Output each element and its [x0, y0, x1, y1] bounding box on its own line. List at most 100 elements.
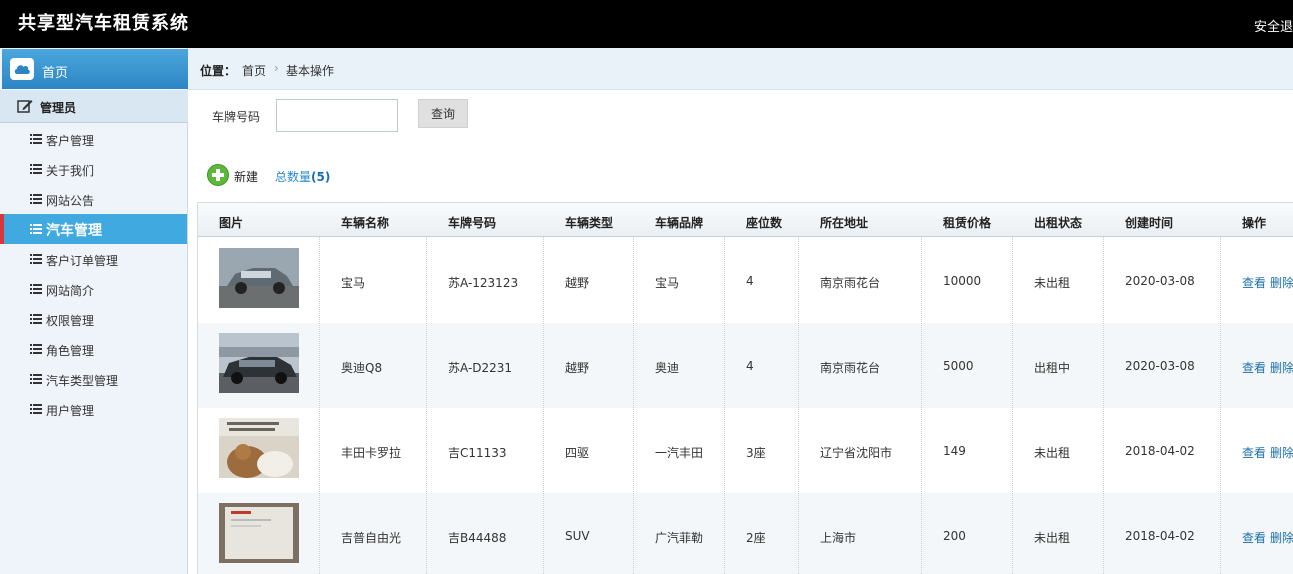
- sidebar-item-roles[interactable]: 角色管理: [0, 334, 187, 364]
- column-divider: [1012, 237, 1013, 574]
- total-count: 总数量(5): [275, 168, 330, 185]
- table-row: 奥迪Q8 苏A-D2231 越野 奥迪 4 南京雨花台 5000 出租中 2020-03-08 查…: [198, 323, 1293, 408]
- sidebar-admin-header[interactable]: 管理员: [0, 90, 188, 123]
- cell-created: 2018-04-02: [1125, 529, 1195, 543]
- cell-brand: 宝马: [655, 276, 680, 290]
- delete-link[interactable]: 删除: [1270, 276, 1293, 290]
- new-button[interactable]: 新建: [207, 164, 267, 188]
- cell-price: 10000: [943, 274, 982, 288]
- list-icon: [30, 284, 42, 294]
- cell-brand: 一汽丰田: [655, 446, 704, 460]
- sidebar-item-orders[interactable]: 客户订单管理: [0, 244, 187, 274]
- sidebar-item-about[interactable]: 关于我们: [0, 154, 187, 184]
- delete-link[interactable]: 删除: [1270, 531, 1293, 545]
- breadcrumb-home-link[interactable]: 首页: [242, 62, 266, 79]
- sidebar-item-label: 用户管理: [46, 404, 95, 418]
- sidebar-item-label: 汽车类型管理: [46, 374, 119, 388]
- plate-number-input[interactable]: [276, 99, 398, 132]
- cell-status: 未出租: [1034, 446, 1071, 460]
- column-header-image: 图片: [219, 216, 244, 230]
- app-title: 共享型汽车租赁系统: [18, 13, 189, 34]
- column-divider: [724, 237, 725, 574]
- column-header-price: 租赁价格: [943, 216, 992, 230]
- total-count-close: ): [324, 170, 331, 184]
- sidebar-admin-label: 管理员: [40, 101, 77, 115]
- car-table: 图片 车辆名称 车牌号码 车辆类型 车辆品牌 座位数 所在地址 租赁价格 出租状态 创建时间 操作 …: [197, 202, 1293, 574]
- view-link[interactable]: 查看: [1242, 276, 1266, 290]
- cell-brand: 广汽菲勒: [655, 531, 704, 545]
- table-row: 丰田卡罗拉 吉C11133 四驱 一汽丰田 3座 辽宁省沈阳市 149 未出租 2018-04-…: [198, 408, 1293, 493]
- cell-car-type: 四驱: [565, 446, 590, 460]
- car-thumbnail: [219, 333, 299, 393]
- sidebar-item-permissions[interactable]: 权限管理: [0, 304, 187, 334]
- table-row: 宝马 苏A-123123 越野 宝马 4 南京雨花台 10000 未出租 2020-03-08 查…: [198, 238, 1293, 323]
- sidebar-item-notices[interactable]: 网站公告: [0, 184, 187, 214]
- cell-created: 2020-03-08: [1125, 359, 1195, 373]
- total-count-value: 5: [316, 170, 325, 184]
- column-header-actions: 操作: [1242, 216, 1267, 230]
- list-icon: [30, 224, 42, 234]
- cell-status: 出租中: [1034, 361, 1071, 375]
- cell-address: 辽宁省沈阳市: [820, 446, 893, 460]
- column-header-brand: 车辆品牌: [655, 216, 704, 230]
- cloud-icon: [10, 58, 34, 80]
- cell-seats: 4: [746, 359, 754, 373]
- cell-plate: 吉B44488: [448, 531, 507, 545]
- view-link[interactable]: 查看: [1242, 531, 1266, 545]
- column-divider: [1220, 237, 1221, 574]
- list-icon: [30, 254, 42, 264]
- cell-actions: 查看 删除: [1242, 529, 1293, 546]
- breadcrumb-separator: ›: [274, 61, 279, 75]
- list-icon: [30, 194, 42, 204]
- cell-car-type: 越野: [565, 276, 590, 290]
- cell-created: 2018-04-02: [1125, 444, 1195, 458]
- sidebar: 首页 管理员 客户管理关于我们网站公告汽车管理客户订单管理 网站简介权限管理角色管…: [0, 48, 188, 574]
- column-divider: [426, 237, 427, 574]
- logout-link[interactable]: 安全退: [1254, 16, 1293, 35]
- sidebar-item-cars[interactable]: 汽车管理: [0, 214, 187, 244]
- sidebar-home-label: 首页: [42, 66, 69, 81]
- cell-status: 未出租: [1034, 276, 1071, 290]
- delete-link[interactable]: 删除: [1270, 361, 1293, 375]
- sidebar-item-site-intro[interactable]: 网站简介: [0, 274, 187, 304]
- list-icon: [30, 344, 42, 354]
- column-header-address: 所在地址: [820, 216, 869, 230]
- cell-car-type: SUV: [565, 529, 590, 543]
- sidebar-item-label: 角色管理: [46, 344, 95, 358]
- sidebar-home[interactable]: 首页: [2, 49, 188, 89]
- sidebar-item-users[interactable]: 用户管理: [0, 394, 187, 424]
- query-button[interactable]: 查询: [418, 99, 468, 128]
- list-icon: [30, 404, 42, 414]
- list-icon: [30, 134, 42, 144]
- cell-address: 上海市: [820, 531, 857, 545]
- total-count-label: 总数量: [275, 170, 312, 184]
- sidebar-item-label: 汽车管理: [46, 223, 102, 239]
- sidebar-item-car-types[interactable]: 汽车类型管理: [0, 364, 187, 394]
- add-circle-icon: [207, 164, 229, 186]
- breadcrumb: 位置： 首页 › 基本操作: [188, 48, 1293, 90]
- column-divider: [543, 237, 544, 574]
- edit-icon: [17, 100, 33, 113]
- column-divider: [1103, 237, 1104, 574]
- cell-price: 149: [943, 444, 966, 458]
- sidebar-item-label: 关于我们: [46, 164, 95, 178]
- cell-address: 南京雨花台: [820, 276, 881, 290]
- cell-car-name: 吉普自由光: [341, 531, 402, 545]
- plate-filter-label: 车牌号码: [212, 110, 261, 124]
- cell-price: 200: [943, 529, 966, 543]
- cell-created: 2020-03-08: [1125, 274, 1195, 288]
- sidebar-item-label: 客户管理: [46, 134, 95, 148]
- new-button-label: 新建: [234, 170, 259, 184]
- top-bar: 共享型汽车租赁系统 安全退: [0, 0, 1293, 48]
- sidebar-item-label: 权限管理: [46, 314, 95, 328]
- column-header-seats: 座位数: [746, 216, 783, 230]
- view-link[interactable]: 查看: [1242, 446, 1266, 460]
- delete-link[interactable]: 删除: [1270, 446, 1293, 460]
- cell-plate: 苏A-D2231: [448, 361, 513, 375]
- view-link[interactable]: 查看: [1242, 361, 1266, 375]
- column-divider: [921, 237, 922, 574]
- cell-price: 5000: [943, 359, 974, 373]
- cell-plate: 苏A-123123: [448, 276, 519, 290]
- sidebar-item-customers[interactable]: 客户管理: [0, 124, 187, 154]
- breadcrumb-label: 位置：: [200, 64, 237, 78]
